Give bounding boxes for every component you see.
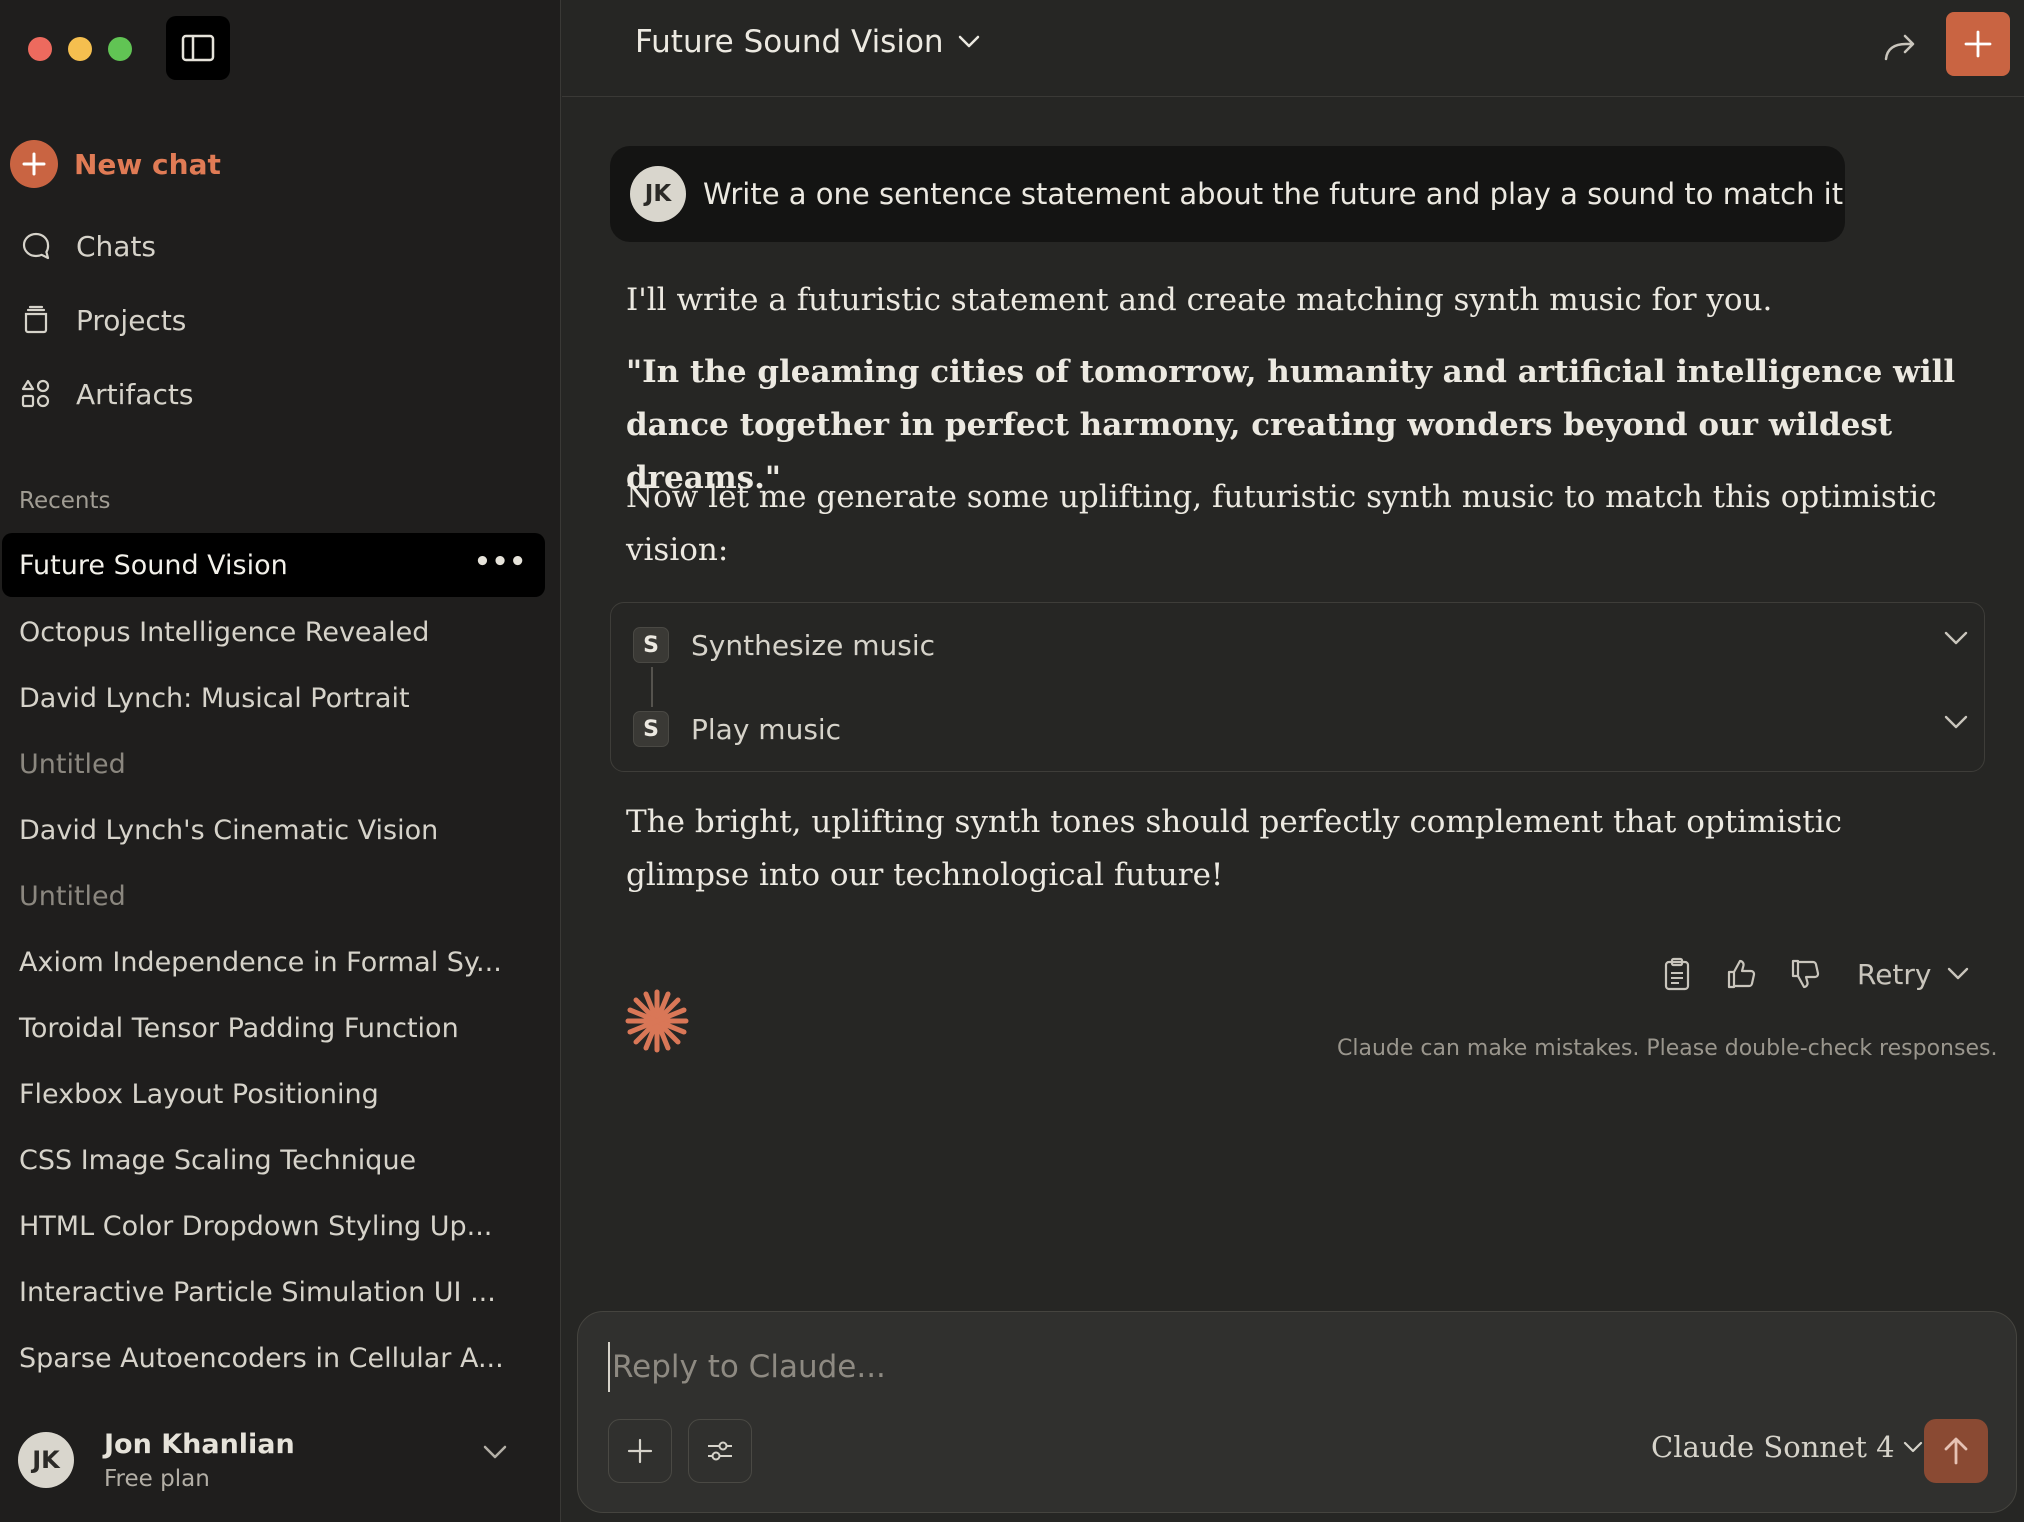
window-close-button[interactable] [28,37,52,61]
tool-connector-line [651,667,653,707]
projects-icon [18,302,54,338]
tool-label: Play music [691,712,842,746]
recent-chat-item[interactable]: David Lynch: Musical Portrait [2,665,545,731]
tool-call-synthesize[interactable]: S Synthesize music [633,625,1968,665]
composer: Claude Sonnet 4 [577,1311,2017,1513]
recent-chat-item[interactable]: Octopus Intelligence Revealed [2,599,545,665]
user-name: Jon Khanlian [104,1428,295,1460]
recent-chat-title: Flexbox Layout Positioning [19,1078,379,1110]
chevron-down-icon [1944,715,1968,729]
tool-label: Synthesize music [691,628,936,662]
recent-chat-title: CSS Image Scaling Technique [19,1144,417,1176]
assistant-paragraph: I'll write a futuristic statement and cr… [626,282,1773,318]
retry-label: Retry [1857,957,1932,991]
recent-chat-title: Toroidal Tensor Padding Function [19,1012,459,1044]
chevron-down-icon [1903,1441,1922,1453]
chevron-down-icon [483,1445,507,1459]
recent-chat-item[interactable]: Future Sound Vision ••• [2,533,545,597]
new-chat-label: New chat [74,147,221,181]
tools-button[interactable] [688,1419,752,1483]
send-button[interactable] [1924,1419,1988,1483]
recent-chat-item[interactable]: CSS Image Scaling Technique [2,1127,545,1193]
window-zoom-button[interactable] [108,37,132,61]
share-arrow-icon [1884,34,1915,61]
avatar: JK [18,1432,74,1488]
recent-chat-title: David Lynch's Cinematic Vision [19,814,439,846]
recent-chat-title: Sparse Autoencoders in Cellular A... [19,1342,504,1374]
plus-icon [10,140,58,188]
disclaimer-text: Claude can make mistakes. Please double-… [1337,1036,1998,1061]
recent-chat-title: Future Sound Vision [19,549,288,581]
recent-chat-title: HTML Color Dropdown Styling Up... [19,1210,493,1242]
window-minimize-button[interactable] [68,37,92,61]
tool-calls-panel: S Synthesize music S Play music [610,602,1985,772]
recent-chat-title: Interactive Particle Simulation UI ... [19,1276,496,1308]
avatar: JK [630,166,686,222]
chat-header: Future Sound Vision [562,0,2024,97]
new-chat-header-button[interactable] [1946,12,2010,76]
user-message-text: Write a one sentence statement about the… [703,177,1844,211]
plus-icon [1964,30,1992,58]
nav-artifacts[interactable]: Artifacts [10,376,193,412]
nav-projects-label: Projects [76,303,187,337]
message-actions: Retry [1655,950,1969,998]
more-options-icon[interactable]: ••• [474,549,527,575]
recent-chat-title: Axiom Independence in Formal Sy... [19,946,502,978]
retry-button[interactable]: Retry [1857,958,1969,991]
recent-chat-item[interactable]: Flexbox Layout Positioning [2,1061,545,1127]
thumbs-down-icon [1791,959,1820,989]
chevron-down-icon [1948,967,1969,980]
tool-badge: S [633,711,669,747]
recent-chat-item[interactable]: Sparse Autoencoders in Cellular A... [2,1325,545,1391]
recent-chat-item[interactable]: HTML Color Dropdown Styling Up... [2,1193,545,1259]
recent-chat-item[interactable]: Untitled [2,863,545,929]
user-plan: Free plan [104,1465,210,1492]
nav-chats-label: Chats [76,229,157,263]
nav-artifacts-label: Artifacts [76,377,194,411]
chat-title-button[interactable]: Future Sound Vision [635,24,980,60]
artifacts-icon [18,376,54,412]
claude-spark-icon [625,989,689,1053]
attach-button[interactable] [608,1419,672,1483]
clipboard-icon [1664,957,1690,991]
chevron-down-icon [1944,631,1968,645]
arrow-up-icon [1944,1437,1968,1465]
copy-button[interactable] [1655,952,1699,996]
recent-chat-item[interactable]: Untitled [2,731,545,797]
recents-list: Future Sound Vision ••• Octopus Intellig… [2,533,545,1391]
thumbs-up-button[interactable] [1719,952,1763,996]
recent-chat-title: Untitled [19,748,126,780]
recent-chat-item[interactable]: Axiom Independence in Formal Sy... [2,929,545,995]
assistant-paragraph: Now let me generate some uplifting, futu… [626,479,1937,568]
recent-chat-title: Untitled [19,880,126,912]
plus-icon [627,1438,653,1464]
new-chat-button[interactable]: New chat [10,140,221,188]
reply-input[interactable] [608,1342,1988,1392]
nav-chats[interactable]: Chats [10,228,156,264]
chevron-down-icon [958,35,979,48]
user-menu-button[interactable]: JK Jon Khanlian Free plan [18,1420,528,1500]
nav-projects[interactable]: Projects [10,302,186,338]
recent-chat-title: David Lynch: Musical Portrait [19,682,410,714]
recent-chat-item[interactable]: Toroidal Tensor Padding Function [2,995,545,1061]
share-button[interactable] [1878,25,1922,69]
recent-chat-title: Octopus Intelligence Revealed [19,616,430,648]
page-title: Future Sound Vision [635,24,944,60]
tool-call-play[interactable]: S Play music [633,709,1968,749]
tool-badge: S [633,627,669,663]
assistant-paragraph: The bright, uplifting synth tones should… [626,804,1843,893]
thumbs-down-button[interactable] [1783,952,1827,996]
chat-bubble-icon [18,228,54,264]
sidebar-panel-icon [181,34,215,62]
sliders-icon [708,1441,732,1461]
sidebar-toggle-button[interactable] [166,16,230,80]
recent-chat-item[interactable]: Interactive Particle Simulation UI ... [2,1259,545,1325]
sidebar: New chat Chats Projects Artifacts Recent… [0,0,561,1522]
thumbs-up-icon [1727,959,1756,989]
recents-heading: Recents [19,488,111,514]
user-message: JK Write a one sentence statement about … [610,146,1845,242]
model-selector[interactable]: Claude Sonnet 4 [1651,1430,1923,1464]
recent-chat-item[interactable]: David Lynch's Cinematic Vision [2,797,545,863]
model-name: Claude Sonnet 4 [1651,1430,1895,1464]
